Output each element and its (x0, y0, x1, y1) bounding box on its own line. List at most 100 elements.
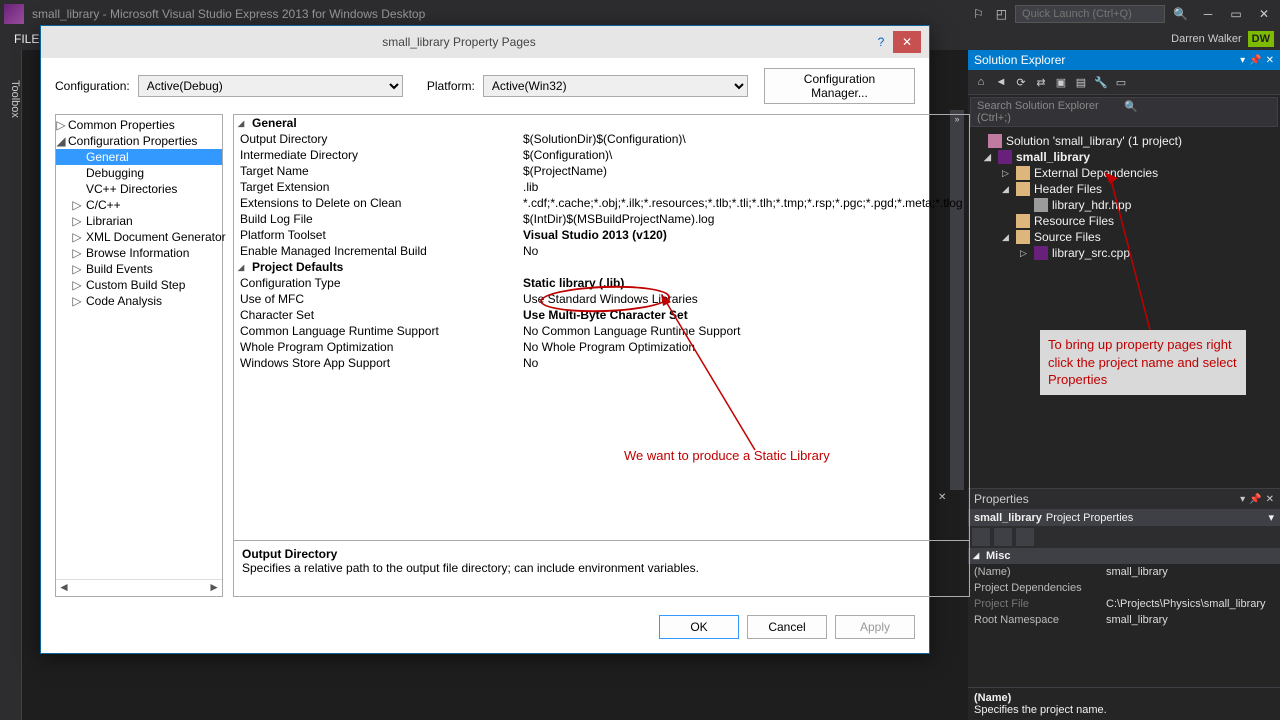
misc-category[interactable]: Misc (968, 548, 1280, 564)
properties-subheader[interactable]: small_library Project Properties ▾ (968, 509, 1280, 526)
row-target-name: Target Name$(ProjectName) (234, 163, 969, 179)
configuration-label: Configuration: (55, 79, 130, 93)
header-files-node[interactable]: ◢Header Files (970, 181, 1278, 197)
dialog-toolbar: Configuration: Active(Debug) Platform: A… (41, 58, 929, 114)
category-tree: ▷Common Properties ◢Configuration Proper… (55, 114, 223, 597)
property-description: Output Directory Specifies a relative pa… (234, 540, 969, 596)
collapse-icon[interactable]: ▤ (1072, 73, 1090, 91)
panel-dropdown-icon[interactable]: ▾ (1240, 55, 1245, 66)
properties-icon[interactable]: 🔧 (1092, 73, 1110, 91)
platform-label: Platform: (427, 79, 475, 93)
user-badge: DW (1248, 31, 1274, 47)
properties-description: (Name) Specifies the project name. (968, 687, 1280, 720)
panel-close-icon[interactable]: ✕ (1266, 55, 1274, 66)
sync-icon[interactable]: ⇄ (1032, 73, 1050, 91)
tree-custom-build[interactable]: ▷Custom Build Step (56, 277, 222, 293)
configuration-manager-button[interactable]: Configuration Manager... (764, 68, 915, 104)
properties-header: Properties ▾ 📌 ✕ (968, 489, 1280, 509)
file-library-hdr[interactable]: library_hdr.hpp (970, 197, 1278, 213)
prop-pages-icon[interactable] (1016, 528, 1034, 546)
dialog-titlebar: small_library Property Pages ? ✕ (41, 26, 929, 58)
quick-launch-input[interactable] (1015, 5, 1165, 23)
properties-panel: Properties ▾ 📌 ✕ small_library Project P… (968, 488, 1280, 720)
resource-files-node[interactable]: Resource Files (970, 213, 1278, 229)
tree-config-properties[interactable]: ◢Configuration Properties (56, 133, 222, 149)
panel-dropdown-icon[interactable]: ▾ (1240, 494, 1245, 505)
tree-xml-docgen[interactable]: ▷XML Document Generator (56, 229, 222, 245)
tree-vcpp-dirs[interactable]: VC++ Directories (56, 181, 222, 197)
tree-common-properties[interactable]: ▷Common Properties (56, 117, 222, 133)
prop-deps: Project Dependencies (968, 580, 1280, 596)
refresh-icon[interactable]: ⟳ (1012, 73, 1030, 91)
window-title: small_library - Microsoft Visual Studio … (32, 7, 969, 21)
titlebar: small_library - Microsoft Visual Studio … (0, 0, 1280, 28)
configuration-select[interactable]: Active(Debug) (138, 75, 403, 97)
alphabetical-icon[interactable] (994, 528, 1012, 546)
panel-pin-icon[interactable]: 📌 (1249, 494, 1261, 505)
properties-grid: Misc (Name)small_library Project Depende… (968, 548, 1280, 628)
row-ext-delete: Extensions to Delete on Clean*.cdf;*.cac… (234, 195, 969, 211)
row-platform-toolset: Platform ToolsetVisual Studio 2013 (v120… (234, 227, 969, 243)
row-incremental: Enable Managed Incremental BuildNo (234, 243, 969, 259)
panel-close-icon[interactable]: ✕ (1266, 494, 1274, 505)
dialog-help-icon[interactable]: ? (869, 35, 893, 49)
back-icon[interactable]: ◄ (992, 73, 1010, 91)
toolbox-rail[interactable]: Toolbox (0, 50, 22, 720)
tree-cc[interactable]: ▷C/C++ (56, 197, 222, 213)
maximize-button[interactable]: ▭ (1224, 4, 1248, 24)
dialog-close-icon[interactable]: ✕ (893, 31, 921, 53)
apply-button[interactable]: Apply (835, 615, 915, 639)
cat-general[interactable]: General (234, 115, 969, 131)
property-grid-pane: General Output Directory$(SolutionDir)$(… (233, 114, 970, 597)
solution-explorer-header: Solution Explorer ▾ 📌 ✕ (968, 50, 1280, 70)
show-all-icon[interactable]: ▣ (1052, 73, 1070, 91)
search-glass-icon: 🔍 (1124, 100, 1271, 124)
preview-icon[interactable]: ▭ (1112, 73, 1130, 91)
user-name: Darren Walker (1171, 33, 1242, 45)
prop-rootns: Root Namespacesmall_library (968, 612, 1280, 628)
tree-build-events[interactable]: ▷Build Events (56, 261, 222, 277)
row-build-log: Build Log File$(IntDir)$(MSBuildProjectN… (234, 211, 969, 227)
row-output-dir: Output Directory$(SolutionDir)$(Configur… (234, 131, 969, 147)
solution-search-placeholder: Search Solution Explorer (Ctrl+;) (977, 100, 1124, 124)
cat-project-defaults[interactable]: Project Defaults (234, 259, 969, 275)
row-win-store: Windows Store App SupportNo (234, 355, 969, 371)
tree-general[interactable]: General (56, 149, 222, 165)
tree-scroll-right[interactable]: ► (208, 580, 220, 594)
row-clr: Common Language Runtime SupportNo Common… (234, 323, 969, 339)
solution-explorer-panel: Solution Explorer ▾ 📌 ✕ ⌂ ◄ ⟳ ⇄ ▣ ▤ 🔧 ▭ … (968, 50, 1280, 488)
feedback-icon[interactable]: ◰ (996, 7, 1007, 21)
property-pages-dialog: small_library Property Pages ? ✕ Configu… (40, 25, 930, 654)
solution-root[interactable]: Solution 'small_library' (1 project) (970, 133, 1278, 149)
row-inter-dir: Intermediate Directory$(Configuration)\ (234, 147, 969, 163)
search-icon[interactable]: 🔍 (1173, 7, 1188, 21)
external-deps-node[interactable]: ▷External Dependencies (970, 165, 1278, 181)
tree-debugging[interactable]: Debugging (56, 165, 222, 181)
properties-toolbar (968, 526, 1280, 548)
tree-librarian[interactable]: ▷Librarian (56, 213, 222, 229)
platform-select[interactable]: Active(Win32) (483, 75, 748, 97)
vs-logo-icon (4, 4, 24, 24)
panel-pin-icon[interactable]: 📌 (1249, 55, 1261, 66)
notification-flag-icon[interactable]: ⚐ (973, 7, 984, 21)
tree-browse-info[interactable]: ▷Browse Information (56, 245, 222, 261)
tree-code-analysis[interactable]: ▷Code Analysis (56, 293, 222, 309)
annotation-right-click: To bring up property pages right click t… (1040, 330, 1246, 395)
ok-button[interactable]: OK (659, 615, 739, 639)
file-library-src[interactable]: ▷library_src.cpp (970, 245, 1278, 261)
source-files-node[interactable]: ◢Source Files (970, 229, 1278, 245)
solution-search[interactable]: Search Solution Explorer (Ctrl+;) 🔍 (970, 97, 1278, 127)
prop-file: Project FileC:\Projects\Physics\small_li… (968, 596, 1280, 612)
signed-in-user[interactable]: Darren Walker DW (1171, 31, 1274, 47)
categorized-icon[interactable] (972, 528, 990, 546)
tree-scroll-left[interactable]: ◄ (58, 580, 70, 594)
solution-tree: Solution 'small_library' (1 project) ◢sm… (968, 129, 1280, 265)
solution-toolbar: ⌂ ◄ ⟳ ⇄ ▣ ▤ 🔧 ▭ (968, 70, 1280, 95)
cancel-button[interactable]: Cancel (747, 615, 827, 639)
project-node[interactable]: ◢small_library (970, 149, 1278, 165)
home-icon[interactable]: ⌂ (972, 73, 990, 91)
minimize-button[interactable]: ─ (1196, 4, 1220, 24)
row-wpo: Whole Program OptimizationNo Whole Progr… (234, 339, 969, 355)
close-button[interactable]: ✕ (1252, 4, 1276, 24)
row-target-ext: Target Extension.lib (234, 179, 969, 195)
